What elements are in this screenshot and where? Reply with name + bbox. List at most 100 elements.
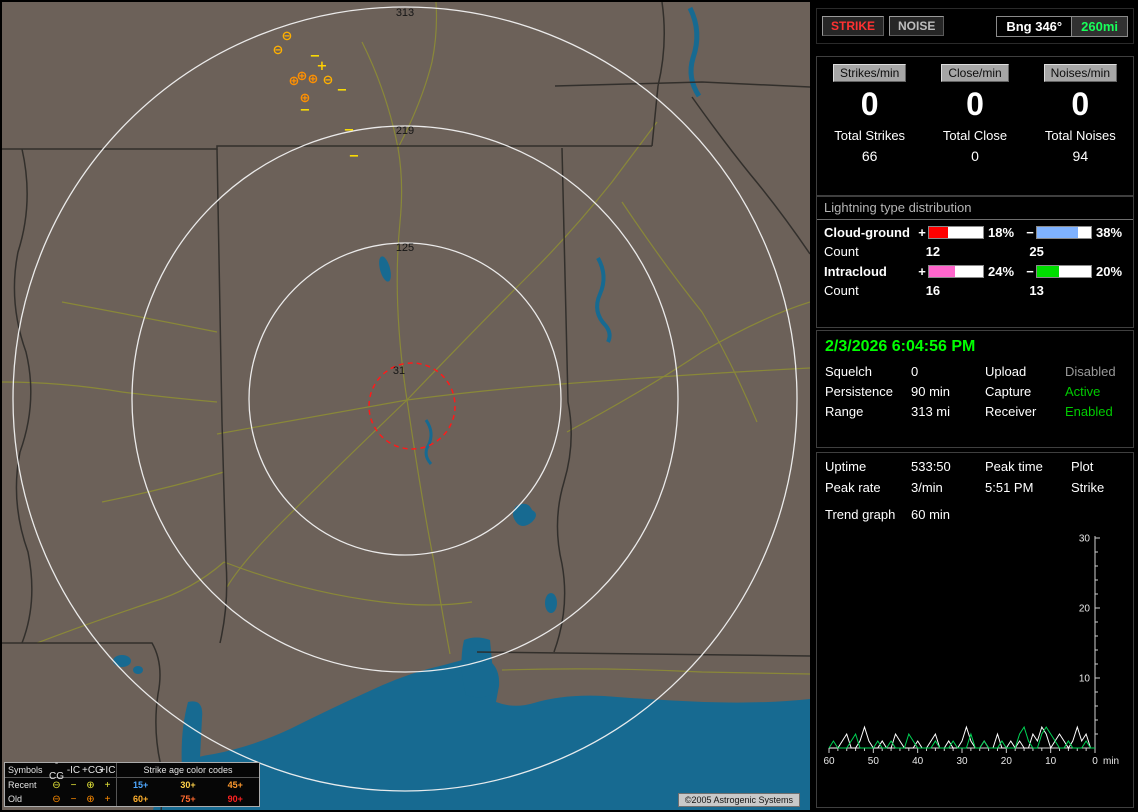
strike-symbol: ⊖ <box>323 73 334 88</box>
map-area[interactable]: 313 219 125 31 ⊖ ⊖ ⊕ ⊕ ⊕ ⊖ ⊕ + − − − − − Symbols -CG… <box>2 2 810 810</box>
cg-plus-bar <box>928 226 984 239</box>
trend-chart: 60 50 40 30 20 10 0 min 30 20 10 <box>823 534 1119 768</box>
status-panel: 2/3/2026 6:04:56 PM Squelch 0 Upload Dis… <box>816 330 1134 448</box>
squelch-value: 0 <box>911 364 919 379</box>
cg-minus-bar <box>1036 226 1092 239</box>
strike-symbol: − <box>300 103 311 118</box>
receiver-status: Enabled <box>1065 404 1113 419</box>
mode-panel: STRIKE NOISE Bng 346° 260mi <box>816 8 1134 44</box>
legend-old-row: Old ⊖ − ⊕ + 60+ 75+ 90+ <box>5 792 259 806</box>
range-row: Range 313 mi Receiver Enabled <box>817 400 1133 420</box>
cg-plus-percent: 18% <box>988 225 1015 240</box>
ic-minus-bar <box>1036 265 1092 278</box>
cg-plus-count: 12 <box>925 244 941 259</box>
range-value: 313 mi <box>911 404 951 419</box>
ic-plus-bar <box>928 265 984 278</box>
total-strikes-label: Total Strikes <box>834 128 906 143</box>
legend-col-neg-ic: -IC <box>66 764 81 776</box>
peak-time-label: Peak time <box>985 459 1043 474</box>
intracloud-row: Intracloud + 24% − 20% <box>817 259 1133 279</box>
noise-mode-button[interactable]: NOISE <box>889 16 945 36</box>
map-svg[interactable]: 313 219 125 31 ⊖⊖⊕ ⊕⊕ ⊖⊕+−−−−− <box>2 2 810 810</box>
peak-rate-value: 3/min <box>911 480 943 495</box>
strike-symbol: − <box>337 83 348 98</box>
legend-recent-label: Recent <box>8 779 37 790</box>
squelch-label: Squelch <box>825 364 872 379</box>
noises-per-min-label: Noises/min <box>1043 64 1117 82</box>
noises-counter: Noises/min 0 Total Noises 94 <box>1028 57 1133 195</box>
close-per-min-value: 0 <box>966 86 984 122</box>
plot-value: Strike <box>1071 480 1105 495</box>
strikes-per-min-value: 0 <box>860 86 879 122</box>
noises-per-min-value: 0 <box>1071 86 1090 122</box>
age-75: 75+ <box>180 793 196 804</box>
svg-text:30: 30 <box>1079 534 1091 545</box>
strike-symbol: ⊕ <box>289 74 300 89</box>
plus-sign: + <box>918 264 926 279</box>
svg-text:min: min <box>1103 756 1119 767</box>
legend-header-row: Symbols -CG -IC +CG +IC Strike age color… <box>5 758 259 782</box>
trend-chart-wrap: 60 50 40 30 20 10 0 min 30 20 10 <box>823 530 1133 777</box>
age-15: 15+ <box>133 779 149 790</box>
cloud-ground-row: Cloud-ground + 18% − 38% <box>817 220 1133 240</box>
uptime-label: Uptime <box>825 459 867 474</box>
svg-text:30: 30 <box>956 756 968 767</box>
strike-legend: Symbols -CG -IC +CG +IC Strike age color… <box>4 758 260 807</box>
age-45: 45+ <box>227 779 243 790</box>
strike-symbol: − <box>344 123 355 138</box>
cg-minus-percent: 38% <box>1096 225 1123 240</box>
distribution-panel: Lightning type distribution Cloud-ground… <box>816 196 1134 328</box>
peak-rate-label: Peak rate <box>825 480 881 495</box>
strike-symbol: − <box>310 49 321 64</box>
capture-status: Active <box>1065 384 1101 399</box>
upload-status: Disabled <box>1065 364 1116 379</box>
cloud-ground-label: Cloud-ground <box>824 225 910 240</box>
bearing-value: Bng 346° <box>997 16 1072 36</box>
legend-symbols-header: Symbols <box>8 764 43 775</box>
pos-cg-old-icon: ⊕ <box>86 793 95 805</box>
peak-rate-row: Peak rate 3/min 5:51 PM Strike <box>817 474 1133 495</box>
count-label: Count <box>824 283 859 298</box>
counters-panel: Strikes/min 0 Total Strikes 66 Close/min… <box>816 56 1134 196</box>
strike-mode-button[interactable]: STRIKE <box>822 16 885 36</box>
bearing-range: 260mi <box>1071 16 1127 36</box>
minus-sign: − <box>1026 225 1034 240</box>
close-per-min-label: Close/min <box>941 64 1009 82</box>
upload-label: Upload <box>985 364 1027 379</box>
legend-col-pos-cg: +CG <box>82 764 103 776</box>
squelch-row: Squelch 0 Upload Disabled <box>817 360 1133 380</box>
uptime-row: Uptime 533:50 Peak time Plot <box>817 453 1133 474</box>
cg-minus-count: 25 <box>1029 244 1044 259</box>
ic-plus-percent: 24% <box>988 264 1015 279</box>
svg-text:20: 20 <box>1001 756 1013 767</box>
ring-label-125: 125 <box>396 242 414 254</box>
distribution-title: Lightning type distribution <box>817 197 1133 220</box>
capture-label: Capture <box>985 384 1032 399</box>
ring-label-31: 31 <box>393 365 405 377</box>
trend-graph-label: Trend graph <box>825 507 896 522</box>
legend-age-header: Strike age color codes <box>143 764 233 775</box>
peak-time-value: 5:51 PM <box>985 480 1034 495</box>
receiver-label: Receiver <box>985 404 1037 419</box>
legend-recent-row: Recent ⊖ − ⊕ + 15+ 30+ 45+ <box>5 778 259 792</box>
age-90: 90+ <box>227 793 243 804</box>
ic-plus-count: 16 <box>925 283 941 298</box>
total-noises-value: 94 <box>1072 148 1089 164</box>
pos-ic-old-icon: + <box>104 793 111 805</box>
persistence-row: Persistence 90 min Capture Active <box>817 380 1133 400</box>
pos-cg-recent-icon: ⊕ <box>86 779 95 791</box>
legend-old-label: Old <box>8 793 23 804</box>
svg-text:0: 0 <box>1092 756 1098 767</box>
age-30: 30+ <box>180 779 196 790</box>
stats-panel: Uptime 533:50 Peak time Plot Peak rate 3… <box>816 452 1134 808</box>
count-label: Count <box>824 244 859 259</box>
intracloud-count-row: Count 16 13 <box>817 279 1133 298</box>
strikes-per-min-label: Strikes/min <box>832 64 907 82</box>
persistence-label: Persistence <box>825 384 893 399</box>
svg-text:50: 50 <box>868 756 880 767</box>
minus-sign: − <box>1026 264 1034 279</box>
svg-text:40: 40 <box>912 756 924 767</box>
ic-minus-count: 13 <box>1029 283 1044 298</box>
total-close-label: Total Close <box>942 128 1008 143</box>
app-root: 313 219 125 31 ⊖ ⊖ ⊕ ⊕ ⊕ ⊖ ⊕ + − − − − − Symbols -CG… <box>0 0 1138 812</box>
